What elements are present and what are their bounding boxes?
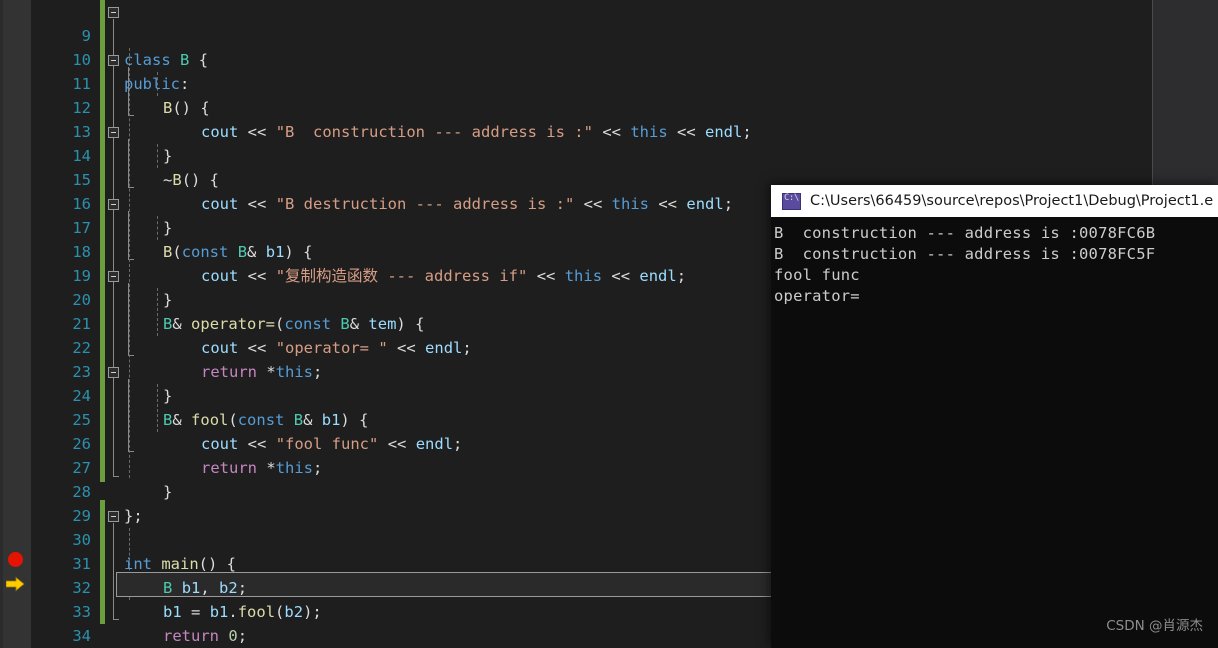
console-title-bar[interactable]: C:\Users\66459\source\repos\Project1\Deb… xyxy=(771,185,1218,217)
code-line[interactable]: 12 cout << "B construction --- address i… xyxy=(0,72,1153,141)
code-line[interactable]: 13 } xyxy=(0,96,1153,165)
console-output[interactable]: B construction --- address is :0078FC6B … xyxy=(771,217,1218,648)
console-window[interactable]: C:\Users\66459\source\repos\Project1\Deb… xyxy=(771,185,1218,648)
code-line[interactable]: 14 ~B() { xyxy=(0,120,1153,189)
code-line[interactable]: 10 public: xyxy=(0,24,1153,93)
vs-debug-screenshot: 9 class B { 10 public: 11 B() { 12 cout … xyxy=(0,0,1218,648)
console-output-line: fool func xyxy=(774,266,860,284)
console-title-text: C:\Users\66459\source\repos\Project1\Deb… xyxy=(810,193,1214,209)
console-cmd-icon xyxy=(782,192,801,210)
code-line[interactable]: 9 class B { xyxy=(0,0,1153,69)
line-code: return 0; xyxy=(163,627,248,645)
console-output-line: B construction --- address is :0078FC5F xyxy=(774,245,1156,263)
console-output-line: operator= xyxy=(774,287,860,305)
console-output-line: B construction --- address is :0078FC6B xyxy=(774,224,1156,242)
csdn-watermark: CSDN @肖源杰 xyxy=(1106,618,1203,634)
line-number: 34 xyxy=(72,627,91,645)
code-line[interactable]: 15 cout << "B destruction --- address is… xyxy=(0,144,1153,213)
code-line[interactable]: 11 B() { xyxy=(0,48,1153,117)
